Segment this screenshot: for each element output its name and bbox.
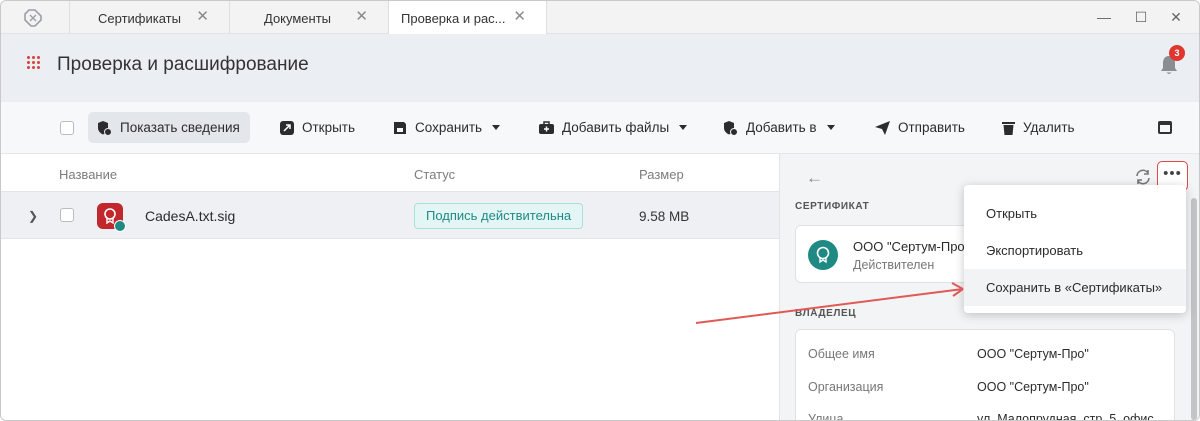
chevron-down-icon bbox=[826, 125, 835, 130]
page-title: Проверка и расшифрование bbox=[57, 54, 309, 75]
panel-scrollbar[interactable] bbox=[1191, 198, 1197, 420]
tab-label: Сертификаты bbox=[98, 11, 181, 26]
button-label: Удалить bbox=[1023, 120, 1075, 135]
table-row[interactable]: ❯ CadesA.txt.sig Подпись действительна 9… bbox=[1, 191, 779, 239]
save-icon bbox=[394, 121, 406, 134]
send-icon bbox=[875, 120, 890, 135]
row-checkbox[interactable] bbox=[60, 208, 74, 222]
field-value: ООО "Сертум-Про" bbox=[977, 347, 1089, 361]
menu-item-save-to-certificates[interactable]: Сохранить в «Сертификаты» bbox=[964, 269, 1186, 306]
show-details-button[interactable]: Показать сведения bbox=[88, 112, 250, 143]
close-icon[interactable]: ✕ bbox=[513, 9, 526, 24]
check-icon bbox=[114, 220, 126, 232]
close-window-icon[interactable]: ✕ bbox=[1166, 7, 1186, 27]
table-header: Название Статус Размер bbox=[1, 154, 779, 192]
select-all-checkbox[interactable] bbox=[60, 121, 74, 135]
panel-layout-icon[interactable] bbox=[1158, 121, 1172, 134]
certificate-name: ООО "Сертум-Про bbox=[853, 239, 965, 254]
field-value: ул. Малопрудная, стр. 5, офис bbox=[977, 412, 1154, 421]
close-icon[interactable]: ✕ bbox=[355, 9, 368, 24]
apps-grid-icon[interactable] bbox=[27, 56, 41, 70]
button-label: Добавить в bbox=[746, 120, 817, 135]
trash-icon bbox=[1002, 121, 1015, 135]
tab-verify-decrypt[interactable]: Проверка и рас... ✕ bbox=[388, 1, 547, 35]
back-arrow-icon[interactable]: ← bbox=[806, 168, 823, 188]
column-header-size[interactable]: Размер bbox=[639, 167, 684, 182]
certificate-status: Действителен bbox=[853, 258, 935, 272]
chevron-right-icon[interactable]: ❯ bbox=[28, 209, 38, 223]
tab-bar: Сертификаты ✕ Документы ✕ Проверка и рас… bbox=[1, 1, 1199, 35]
column-header-status[interactable]: Статус bbox=[414, 167, 455, 182]
more-options-menu: Открыть Экспортировать Сохранить в «Серт… bbox=[964, 185, 1186, 313]
add-to-button[interactable]: Добавить в bbox=[722, 112, 835, 143]
send-button[interactable]: Отправить bbox=[875, 112, 965, 143]
field-value: ООО "Сертум-Про" bbox=[977, 380, 1089, 394]
open-button[interactable]: Открыть bbox=[280, 112, 355, 143]
chevron-down-icon bbox=[492, 125, 501, 130]
section-label-certificate: СЕРТИФИКАТ bbox=[795, 201, 870, 212]
button-label: Добавить файлы bbox=[562, 120, 670, 135]
owner-card: Общее имя ООО "Сертум-Про" Организация О… bbox=[795, 329, 1175, 421]
delete-button[interactable]: Удалить bbox=[1002, 112, 1075, 143]
page-header: Проверка и расшифрование 3 bbox=[1, 34, 1199, 102]
chevron-down-icon bbox=[679, 125, 688, 130]
file-size: 9.58 MB bbox=[639, 209, 690, 224]
certificate-icon bbox=[808, 240, 838, 270]
notification-badge: 3 bbox=[1169, 45, 1185, 61]
tab-label: Документы bbox=[264, 11, 332, 26]
add-files-icon bbox=[539, 120, 554, 134]
toolbar: Показать сведения Открыть Сохранить Доба… bbox=[1, 102, 1199, 154]
add-files-button[interactable]: Добавить файлы bbox=[539, 112, 688, 143]
button-label: Сохранить bbox=[415, 120, 483, 135]
refresh-icon[interactable] bbox=[1134, 168, 1152, 186]
button-label: Отправить bbox=[898, 120, 965, 135]
file-name: CadesA.txt.sig bbox=[145, 208, 236, 224]
menu-item-export[interactable]: Экспортировать bbox=[964, 232, 1186, 269]
status-badge: Подпись действительна bbox=[414, 203, 584, 229]
section-label-owner: ВЛАДЕЛЕЦ bbox=[795, 308, 857, 319]
save-button[interactable]: Сохранить bbox=[393, 112, 501, 143]
field-key: Организация bbox=[808, 380, 884, 394]
field-key: Общее имя bbox=[808, 347, 875, 361]
column-header-name[interactable]: Название bbox=[59, 167, 117, 182]
tab-documents[interactable]: Документы ✕ bbox=[229, 1, 388, 34]
maximize-icon[interactable]: ☐ bbox=[1131, 7, 1151, 27]
minimize-icon[interactable]: — bbox=[1094, 7, 1114, 27]
button-label: Открыть bbox=[302, 120, 356, 135]
menu-item-open[interactable]: Открыть bbox=[964, 195, 1186, 232]
open-external-icon bbox=[280, 120, 294, 135]
shield-info-icon bbox=[98, 120, 112, 136]
tab-certificates[interactable]: Сертификаты ✕ bbox=[69, 1, 229, 34]
tab-label: Проверка и рас... bbox=[401, 11, 506, 26]
app-window: Сертификаты ✕ Документы ✕ Проверка и рас… bbox=[0, 0, 1200, 421]
field-key: Улица bbox=[808, 412, 844, 421]
shield-add-icon bbox=[724, 120, 738, 136]
app-logo-icon bbox=[24, 9, 42, 27]
button-label: Показать сведения bbox=[120, 120, 240, 135]
close-icon[interactable]: ✕ bbox=[196, 9, 209, 24]
